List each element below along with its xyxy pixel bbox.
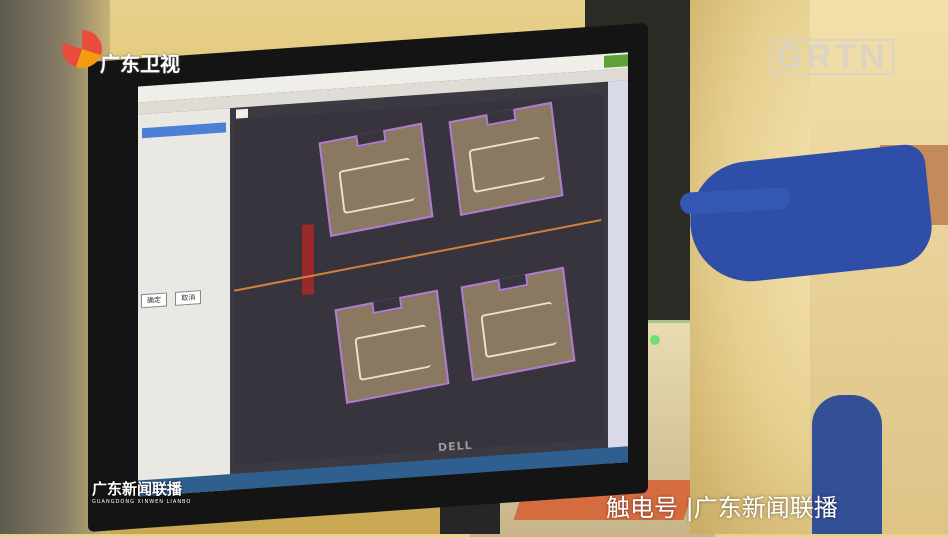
pcb-board[interactable] <box>334 289 450 404</box>
pcb-trace <box>354 324 432 382</box>
watermark-text: 触电号 |广东新闻联播 <box>606 494 838 522</box>
pcb-trace <box>468 136 546 194</box>
pcb-board[interactable] <box>448 101 564 216</box>
channel-logo-text: 广东卫视 <box>100 52 180 76</box>
right-panel <box>608 80 628 464</box>
pcb-board[interactable] <box>460 266 576 382</box>
channel-logo-icon <box>62 30 102 68</box>
pcb-board[interactable] <box>318 122 434 238</box>
green-tab[interactable] <box>604 54 628 68</box>
red-strip <box>302 224 314 296</box>
selected-item[interactable] <box>142 122 226 139</box>
program-logo-en: GUANGDONG XINWEN LIANBO <box>92 499 192 505</box>
document-tab[interactable] <box>236 108 248 119</box>
cancel-button[interactable]: 取消 <box>175 290 202 306</box>
monitor-brand: DELL <box>437 438 474 455</box>
pcb-trace <box>338 157 416 215</box>
network-logo-text: GRTN <box>770 39 895 75</box>
left-panel: 确定 取消 <box>138 108 230 497</box>
program-logo-cn: 广东新闻联播 <box>92 480 183 498</box>
monitor: 确定 取消 <box>88 22 648 533</box>
confirm-button[interactable]: 确定 <box>141 292 167 309</box>
program-logo: 广东新闻联播 GUANGDONG XINWEN LIANBO <box>92 478 191 505</box>
network-logo: GRTN <box>770 38 896 77</box>
monitor-screen: 确定 取消 <box>138 52 628 497</box>
pcb-trace <box>480 301 558 359</box>
indicator-light <box>650 335 660 345</box>
